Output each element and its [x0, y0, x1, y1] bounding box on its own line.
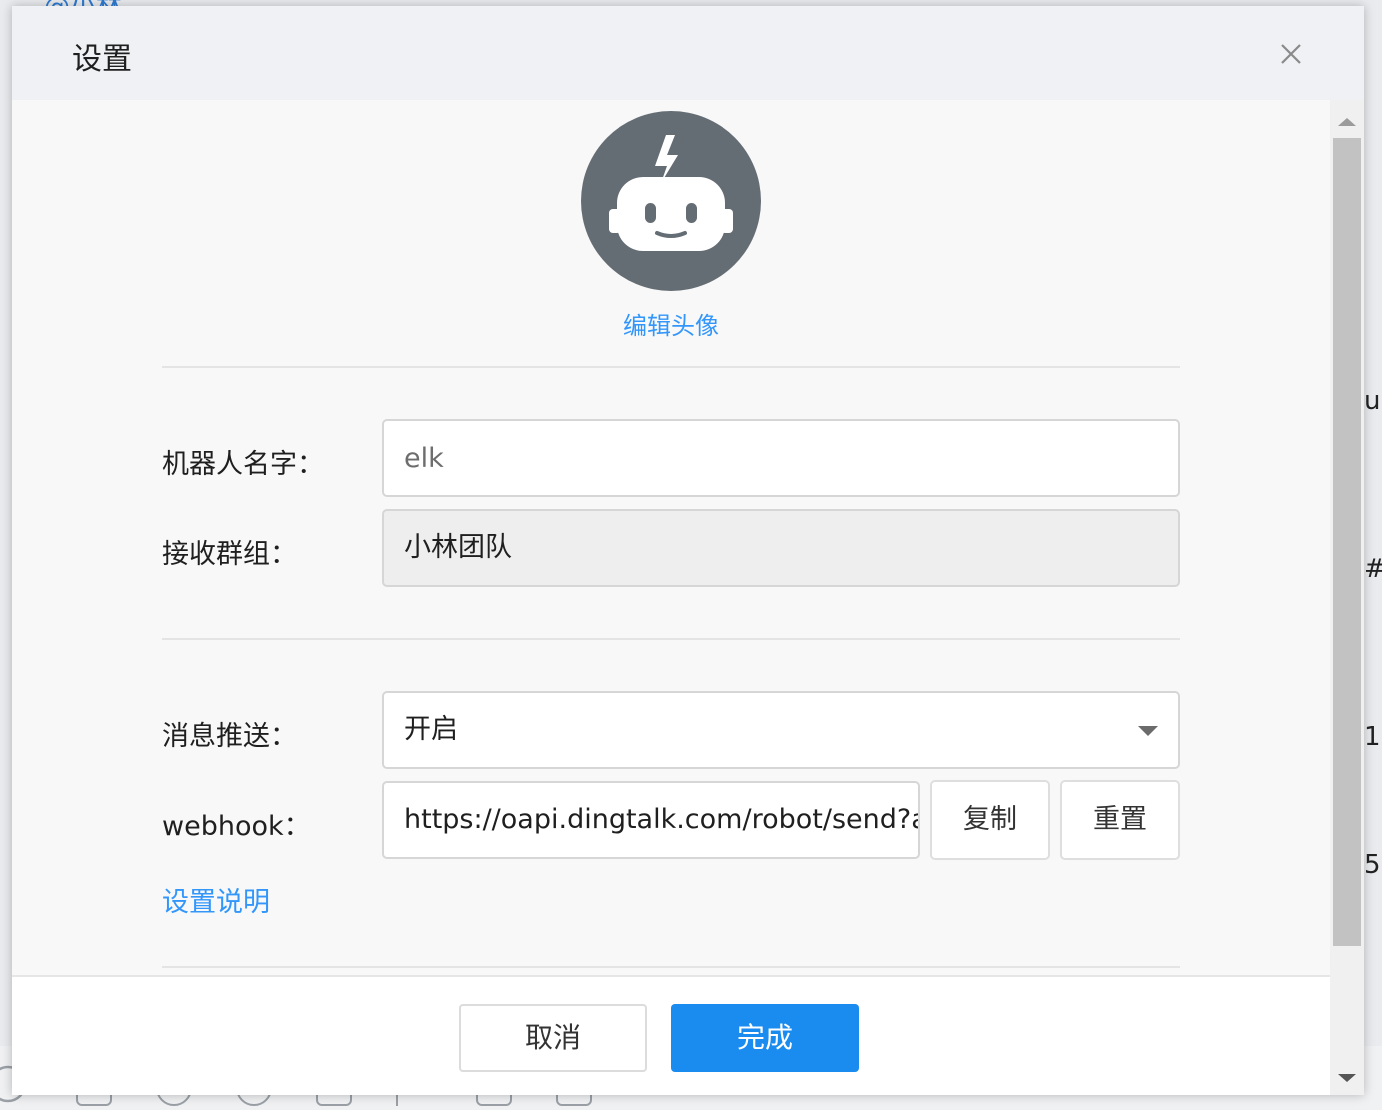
settings-dialog: 设置 编辑头像 机器人名字： 接收群组： 小林团队 [12, 6, 1364, 1095]
group-field: 小林团队 [382, 509, 1180, 587]
webhook-field[interactable]: https://oapi.dingtalk.com/robot/send?acc… [382, 781, 920, 859]
settings-help-link[interactable]: 设置说明 [162, 880, 270, 919]
dialog-body: 编辑头像 机器人名字： 接收群组： 小林团队 消息推送： 开启 webhook：… [12, 100, 1330, 975]
cancel-button[interactable]: 取消 [459, 1004, 647, 1072]
dialog-footer: 取消 完成 [12, 975, 1364, 1095]
group-label: 接收群组： [162, 539, 297, 570]
background-text-fragment: 1 [1364, 722, 1381, 752]
robot-icon [609, 135, 733, 251]
dialog-header: 设置 [12, 6, 1364, 100]
push-select[interactable]: 开启 [382, 691, 1180, 769]
chevron-down-icon [1138, 726, 1158, 736]
robot-name-input[interactable] [382, 419, 1180, 497]
background-text-fragment: # [1364, 554, 1382, 584]
push-label: 消息推送： [162, 721, 297, 752]
scrollbar-thumb[interactable] [1333, 138, 1361, 946]
close-icon [1281, 44, 1301, 64]
background-text-fragment: 5 [1364, 850, 1381, 880]
done-button[interactable]: 完成 [671, 1004, 859, 1072]
scrollbar[interactable] [1330, 100, 1364, 1095]
reset-button[interactable]: 重置 [1060, 780, 1180, 860]
webhook-label: webhook： [162, 811, 311, 842]
scroll-up-icon[interactable] [1338, 118, 1356, 126]
section-divider [162, 366, 1180, 368]
copy-button[interactable]: 复制 [930, 780, 1050, 860]
push-select-value: 开启 [404, 714, 458, 745]
background-text-fragment: ul [1364, 386, 1382, 416]
edit-avatar-link[interactable]: 编辑头像 [571, 306, 771, 341]
scroll-down-icon[interactable] [1338, 1074, 1356, 1082]
robot-avatar[interactable] [581, 111, 761, 291]
section-divider [162, 966, 1180, 968]
section-divider [162, 638, 1180, 640]
robot-name-label: 机器人名字： [162, 449, 324, 480]
dialog-title: 设置 [72, 42, 132, 77]
close-button[interactable] [1276, 39, 1306, 69]
